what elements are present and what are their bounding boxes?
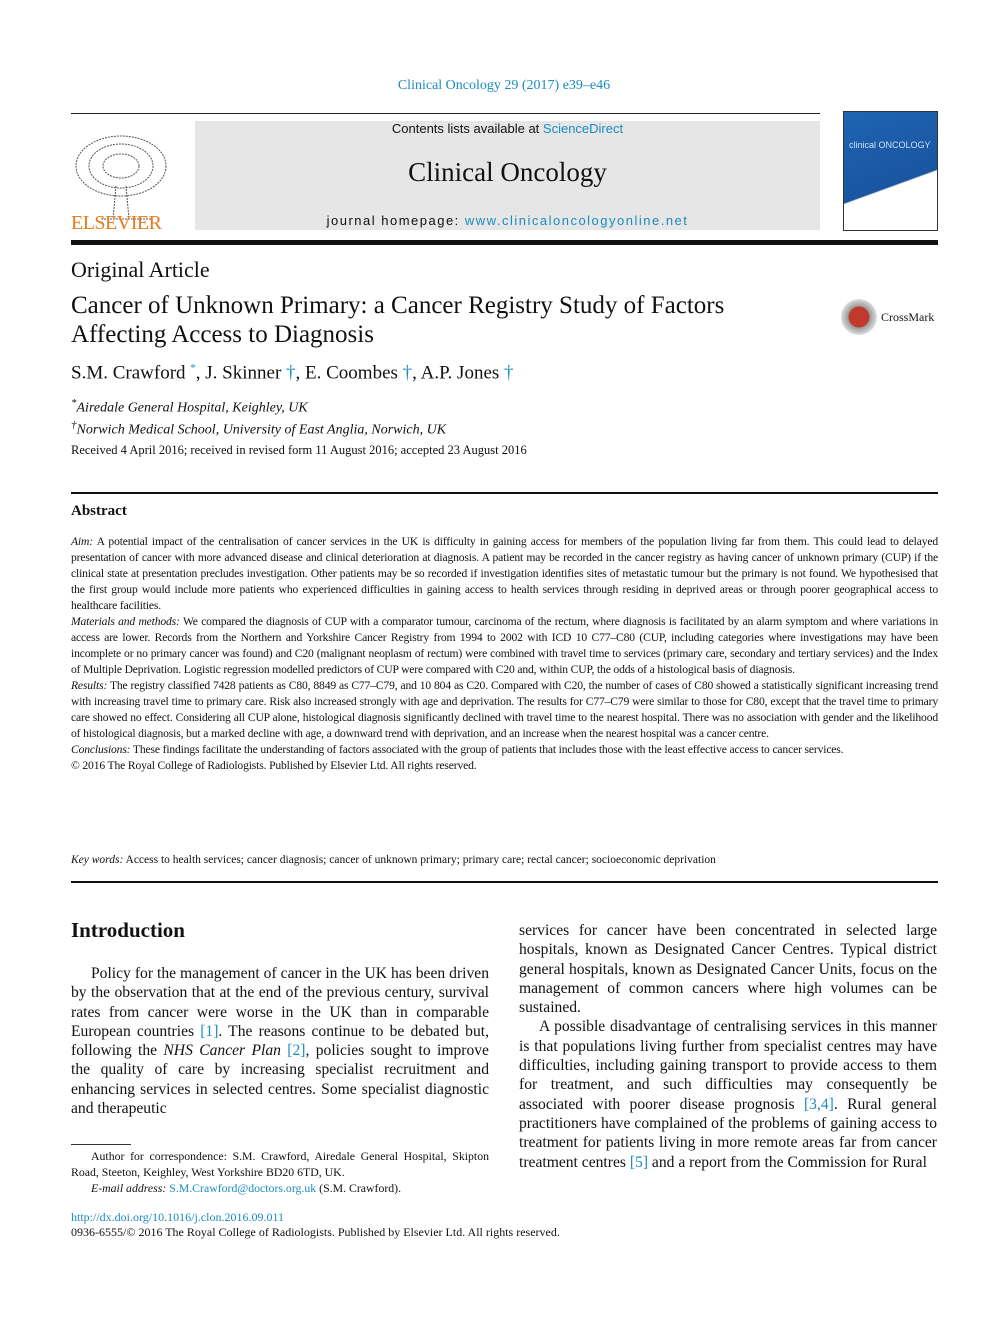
reference-link[interactable]: [2] — [287, 1042, 305, 1059]
sciencedirect-link[interactable]: ScienceDirect — [543, 121, 623, 136]
footnote-divider — [71, 1144, 131, 1145]
crossmark-button[interactable]: CrossMark — [841, 299, 934, 335]
journal-citation[interactable]: Clinical Oncology 29 (2017) e39–e46 — [0, 78, 992, 94]
affiliation: *Airedale General Hospital, Keighley, UK — [71, 395, 446, 417]
author-mark[interactable]: † — [504, 362, 514, 383]
author[interactable]: E. Coombes — [305, 362, 398, 383]
contents-prefix: Contents lists available at — [391, 121, 543, 136]
abstract-body: Aim: A potential impact of the centralis… — [71, 534, 938, 774]
results-label: Results: — [71, 679, 108, 692]
aim-label: Aim: — [71, 535, 93, 548]
aim-text: A potential impact of the centralisation… — [71, 535, 938, 612]
reference-link[interactable]: [1] — [200, 1023, 218, 1040]
journal-homepage: journal homepage: www.clinicaloncologyon… — [195, 213, 820, 228]
journal-title: Clinical Oncology — [408, 157, 607, 187]
author[interactable]: A.P. Jones — [421, 362, 500, 383]
email-link[interactable]: S.M.Crawford@doctors.org.uk — [169, 1181, 316, 1195]
divider — [71, 492, 938, 494]
body-paragraph: A possible disadvantage of centralising … — [519, 1017, 937, 1171]
affiliations: *Airedale General Hospital, Keighley, UK… — [71, 395, 446, 438]
cover-text: clinical ONCOLOGY — [849, 140, 931, 150]
body-column-left: Policy for the management of cancer in t… — [71, 964, 489, 1118]
results-text: The registry classified 7428 patients as… — [71, 679, 938, 740]
copyright: © 2016 The Royal College of Radiologists… — [71, 759, 477, 772]
abstract-methods: Materials and methods: We compared the d… — [71, 614, 938, 678]
article-type: Original Article — [71, 257, 210, 282]
homepage-link[interactable]: www.clinicaloncologyonline.net — [465, 213, 689, 228]
abstract-aim: Aim: A potential impact of the centralis… — [71, 534, 938, 614]
keywords: Key words: Access to health services; ca… — [71, 854, 716, 866]
author[interactable]: S.M. Crawford — [71, 362, 186, 383]
contents-line: Contents lists available at ScienceDirec… — [195, 121, 820, 136]
abstract-heading: Abstract — [71, 503, 127, 519]
author-mark[interactable]: * — [190, 362, 196, 374]
methods-label: Materials and methods: — [71, 615, 180, 628]
author[interactable]: J. Skinner — [205, 362, 281, 383]
email-label: E-mail address: — [91, 1181, 167, 1195]
affiliation: †Norwich Medical School, University of E… — [71, 417, 446, 439]
author-list: S.M. Crawford *, J. Skinner †, E. Coombe… — [71, 362, 514, 384]
divider — [71, 113, 820, 114]
received-dates: Received 4 April 2016; received in revis… — [71, 443, 527, 457]
methods-text: We compared the diagnosis of CUP with a … — [71, 615, 939, 676]
abstract-conclusions: Conclusions: These findings facilitate t… — [71, 742, 938, 758]
issn-copyright: 0936-6555/© 2016 The Royal College of Ra… — [71, 1225, 560, 1239]
reference-link[interactable]: [5] — [630, 1154, 648, 1171]
article-title: Cancer of Unknown Primary: a Cancer Regi… — [71, 292, 725, 348]
conclusions-label: Conclusions: — [71, 743, 131, 756]
conclusions-text: These findings facilitate the understand… — [130, 743, 844, 756]
body-column-right: services for cancer have been concentrat… — [519, 921, 937, 1172]
correspondence-footnote: Author for correspondence: S.M. Crawford… — [71, 1148, 489, 1196]
affiliation-text: Norwich Medical School, University of Ea… — [76, 422, 447, 438]
keywords-text: Access to health services; cancer diagno… — [123, 854, 716, 866]
email-suffix: (S.M. Crawford). — [316, 1181, 402, 1195]
journal-cover-image[interactable]: clinical ONCOLOGY — [843, 111, 938, 231]
affiliation-text: Airedale General Hospital, Keighley, UK — [76, 400, 308, 416]
body-text: and a report from the Commission for Rur… — [648, 1153, 927, 1171]
divider — [71, 240, 938, 245]
doi-link[interactable]: http://dx.doi.org/10.1016/j.clon.2016.09… — [71, 1210, 284, 1225]
section-heading: Introduction — [71, 918, 185, 942]
body-paragraph: services for cancer have been concentrat… — [519, 922, 937, 1017]
crossmark-label: CrossMark — [881, 309, 935, 324]
body-text: NHS Cancer Plan — [163, 1042, 281, 1060]
divider — [71, 881, 938, 883]
reference-link[interactable]: [3,4] — [804, 1096, 834, 1113]
homepage-prefix: journal homepage: — [326, 213, 465, 228]
email-line: E-mail address: S.M.Crawford@doctors.org… — [71, 1180, 489, 1196]
author-mark[interactable]: † — [286, 362, 296, 383]
keywords-label: Key words: — [71, 854, 124, 866]
abstract-results: Results: The registry classified 7428 pa… — [71, 678, 938, 742]
author-mark[interactable]: † — [403, 362, 413, 383]
crossmark-icon — [841, 299, 877, 335]
footnote-text: Author for correspondence: S.M. Crawford… — [71, 1149, 489, 1179]
elsevier-wordmark: ELSEVIER — [71, 212, 162, 234]
